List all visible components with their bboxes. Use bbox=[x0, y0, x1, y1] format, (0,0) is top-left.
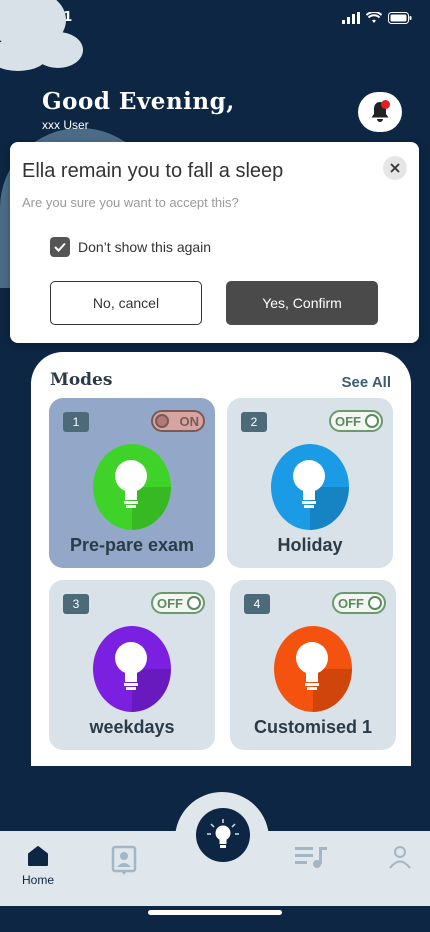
mode-number: 4 bbox=[244, 594, 270, 614]
mode-number: 3 bbox=[63, 594, 89, 614]
confirm-dialog: Ella remain you to fall a sleep Are you … bbox=[10, 142, 419, 343]
confirm-button[interactable]: Yes, Confirm bbox=[226, 281, 378, 325]
toggle-label: OFF bbox=[338, 596, 364, 611]
nav-playlist[interactable] bbox=[295, 845, 327, 869]
mode-toggle[interactable]: OFF bbox=[151, 592, 205, 614]
playlist-icon bbox=[295, 847, 327, 868]
mode-card[interactable]: 3 OFF weekdays bbox=[49, 580, 215, 750]
wifi-icon bbox=[366, 12, 382, 23]
cancel-button[interactable]: No, cancel bbox=[50, 281, 202, 325]
bulb-icon bbox=[93, 626, 171, 712]
dialog-subtitle: Are you sure you want to accept this? bbox=[22, 195, 239, 210]
toggle-knob bbox=[365, 414, 379, 428]
mode-number: 1 bbox=[63, 412, 89, 432]
see-all-link[interactable]: See All bbox=[342, 374, 391, 391]
bulb-icon bbox=[207, 819, 239, 848]
mode-toggle[interactable]: OFF bbox=[329, 410, 383, 432]
mode-label: Customised 1 bbox=[253, 717, 373, 737]
battery-icon bbox=[388, 12, 412, 24]
contact-icon bbox=[111, 845, 137, 875]
username: xxx User bbox=[42, 118, 89, 132]
check-icon bbox=[54, 242, 66, 252]
bulb-icon bbox=[274, 626, 352, 712]
bulb-icon bbox=[93, 444, 171, 530]
mode-card[interactable]: 2 OFF Holiday bbox=[227, 398, 393, 568]
nav-home-label: Home bbox=[22, 873, 55, 887]
profile-icon bbox=[389, 846, 411, 869]
mode-card[interactable]: 1 ON Pre-pare exam bbox=[49, 398, 215, 568]
mode-label: Holiday bbox=[277, 535, 343, 555]
nav-center-button[interactable] bbox=[196, 808, 250, 862]
mode-card[interactable]: 4 OFF Customised 1 bbox=[230, 580, 396, 750]
mode-number: 2 bbox=[241, 412, 267, 432]
modes-panel: Modes See All 1 ON Pre-pare exam 2 OFF H… bbox=[31, 352, 411, 766]
cloud-icon bbox=[0, 0, 83, 71]
toggle-knob bbox=[155, 414, 169, 428]
nav-home[interactable]: Home bbox=[22, 845, 54, 887]
mode-toggle[interactable]: OFF bbox=[332, 592, 386, 614]
home-indicator bbox=[148, 910, 282, 915]
notifications-button[interactable] bbox=[358, 92, 402, 132]
mode-label: Pre-pare exam bbox=[69, 535, 195, 555]
signal-icon bbox=[342, 12, 360, 24]
dont-show-checkbox[interactable] bbox=[50, 237, 70, 257]
bulb-icon bbox=[271, 444, 349, 530]
modes-title: Modes bbox=[50, 370, 113, 390]
status-icons bbox=[342, 12, 412, 24]
dont-show-label: Don’t show this again bbox=[78, 239, 212, 255]
close-icon bbox=[390, 163, 400, 173]
home-icon bbox=[28, 846, 48, 866]
close-button[interactable] bbox=[383, 156, 407, 180]
notification-dot bbox=[381, 100, 390, 109]
toggle-knob bbox=[368, 596, 382, 610]
nav-profile[interactable] bbox=[389, 845, 411, 869]
toggle-label: ON bbox=[179, 414, 200, 429]
dialog-title: Ella remain you to fall a sleep bbox=[22, 160, 284, 182]
toggle-knob bbox=[187, 596, 201, 610]
nav-contacts[interactable] bbox=[111, 845, 137, 877]
mode-label: weekdays bbox=[89, 717, 175, 737]
mode-toggle[interactable]: ON bbox=[151, 410, 205, 432]
toggle-label: OFF bbox=[335, 414, 361, 429]
toggle-label: OFF bbox=[157, 596, 183, 611]
greeting-title: Good Evening, bbox=[42, 88, 235, 115]
